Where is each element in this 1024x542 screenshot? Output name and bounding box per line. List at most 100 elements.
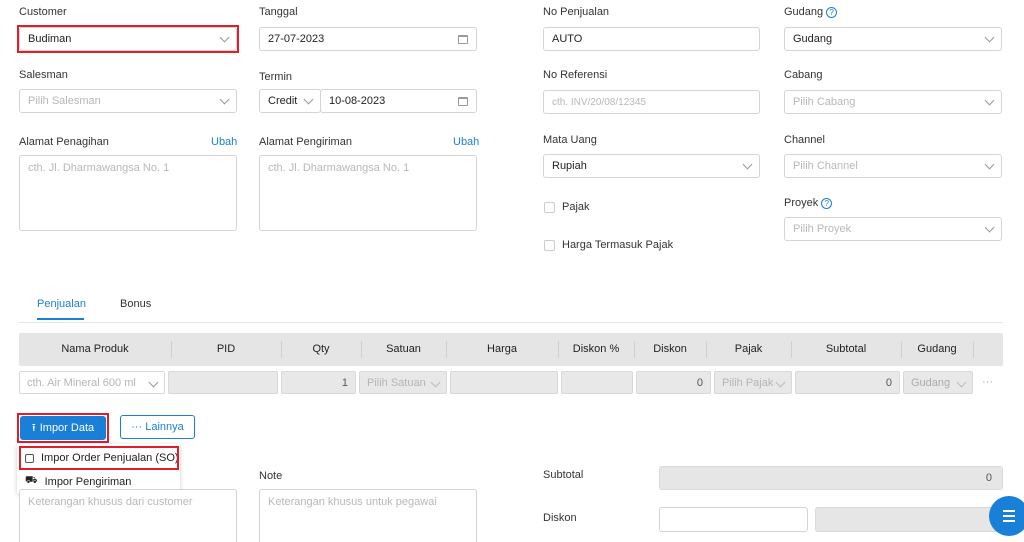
alamat-pengiriman-label: Alamat Pengiriman <box>259 136 352 148</box>
row-subtotal-value: 0 <box>885 376 892 389</box>
no-referensi-input[interactable]: cth. INV/20/08/12345 <box>543 90 760 114</box>
chevron-down-icon <box>430 377 441 387</box>
gudang-label: Gudang? <box>784 6 838 18</box>
salesman-select[interactable]: Pilih Salesman <box>19 89 237 113</box>
harga-termasuk-pajak-checkbox[interactable] <box>544 240 555 251</box>
row-harga-input[interactable] <box>450 371 558 394</box>
alamat-pengiriman-textarea[interactable]: cth. Jl. Dharmawangsa No. 1 <box>259 155 477 231</box>
menu-icon-line <box>1003 515 1015 517</box>
termin-type-select[interactable]: Credit <box>259 89 321 113</box>
alamat-penagihan-label: Alamat Penagihan <box>19 136 109 148</box>
table-header: Nama Produk PID Qty Satuan Harga Diskon … <box>19 333 1003 366</box>
tab-bonus[interactable]: Bonus <box>120 298 151 310</box>
no-penjualan-input[interactable]: AUTO <box>543 27 760 51</box>
row-gudang-value: Gudang <box>911 376 951 389</box>
alamat-pengiriman-placeholder: cth. Jl. Dharmawangsa No. 1 <box>268 162 410 174</box>
gudang-label-text: Gudang <box>784 6 824 18</box>
chevron-down-icon <box>742 159 753 170</box>
column-nama-produk: Nama Produk <box>61 343 129 355</box>
tanggal-input[interactable]: 27-07-2023 <box>259 27 477 51</box>
termin-type-value: Credit <box>268 95 298 107</box>
gudang-select[interactable]: Gudang <box>784 27 1002 51</box>
subtotal-label: Subtotal <box>543 469 584 481</box>
column-satuan: Satuan <box>386 343 421 355</box>
termin-date-value: 10-08-2023 <box>329 95 386 107</box>
harga-termasuk-pajak-label: Harga Termasuk Pajak <box>562 239 674 251</box>
tab-penjualan[interactable]: Penjualan <box>37 298 86 310</box>
row-subtotal-cell: 0 <box>795 371 900 394</box>
mata-uang-select[interactable]: Rupiah <box>543 154 760 178</box>
row-diskon-input[interactable]: 0 <box>636 371 711 394</box>
column-divider <box>973 341 974 358</box>
chat-fab-button[interactable] <box>989 496 1024 536</box>
row-diskon-persen-input[interactable] <box>561 371 633 394</box>
note-placeholder: Keterangan khusus untuk pegawai <box>268 496 437 508</box>
alamat-penagihan-placeholder: cth. Jl. Dharmawangsa No. 1 <box>28 162 170 174</box>
help-icon[interactable]: ? <box>821 197 833 209</box>
chevron-down-icon <box>984 222 995 233</box>
mata-uang-value: Rupiah <box>552 160 587 172</box>
column-pid: PID <box>216 343 236 355</box>
row-produk-select[interactable]: cth. Air Mineral 600 ml <box>19 371 165 394</box>
chevron-down-icon <box>984 95 995 106</box>
row-qty-input[interactable]: 1 <box>281 371 356 394</box>
row-gudang-select[interactable]: Gudang <box>903 371 973 394</box>
channel-select[interactable]: Pilih Channel <box>784 154 1002 178</box>
lainnya-button[interactable]: ··· Lainnya <box>120 415 195 439</box>
cabang-label: Cabang <box>784 69 823 81</box>
customer-label: Customer <box>19 6 67 18</box>
cabang-select[interactable]: Pilih Cabang <box>784 90 1002 114</box>
row-diskon-value: 0 <box>696 376 703 389</box>
highlight-impor-so <box>19 446 179 470</box>
row-more-button[interactable]: ··· <box>982 376 993 388</box>
diskon-value-field <box>815 507 1003 532</box>
channel-placeholder: Pilih Channel <box>793 160 858 172</box>
column-qty: Qty <box>312 343 330 355</box>
subtotal-value: 0 <box>985 472 992 484</box>
customer-note-placeholder: Keterangan khusus dari customer <box>28 496 193 508</box>
row-pajak-select[interactable]: Pilih Pajak <box>714 371 792 394</box>
column-pajak: Pajak <box>734 343 763 355</box>
alamat-penagihan-textarea[interactable]: cth. Jl. Dharmawangsa No. 1 <box>19 155 237 231</box>
diskon-label: Diskon <box>543 512 577 524</box>
row-satuan-select[interactable]: Pilih Satuan <box>359 371 447 394</box>
column-harga: Harga <box>487 343 517 355</box>
salesman-label: Salesman <box>19 69 68 81</box>
no-referensi-label: No Referensi <box>543 69 608 81</box>
proyek-placeholder: Pilih Proyek <box>793 223 852 235</box>
chevron-down-icon <box>775 377 786 387</box>
proyek-label: Proyek? <box>784 197 833 209</box>
alamat-penagihan-ubah-link[interactable]: Ubah <box>211 136 237 148</box>
column-diskon-persen: Diskon % <box>572 343 620 355</box>
diskon-input[interactable] <box>659 507 808 532</box>
pajak-checkbox[interactable] <box>544 202 555 213</box>
chevron-down-icon <box>984 32 995 43</box>
highlight-customer <box>17 25 239 53</box>
customer-note-textarea[interactable]: Keterangan khusus dari customer <box>19 489 237 542</box>
pajak-label: Pajak <box>562 201 590 213</box>
tanggal-value: 27-07-2023 <box>268 33 325 45</box>
note-label: Note <box>259 470 283 482</box>
menu-item-impor-pengiriman[interactable]: ⛟ Impor Pengiriman <box>25 475 131 488</box>
termin-date-input[interactable]: 10-08-2023 <box>320 89 477 113</box>
menu-icon <box>1003 510 1015 512</box>
gudang-value: Gudang <box>793 33 833 45</box>
row-satuan-placeholder: Pilih Satuan <box>367 376 426 389</box>
help-icon[interactable]: ? <box>826 6 838 18</box>
cabang-placeholder: Pilih Cabang <box>793 96 856 108</box>
no-referensi-placeholder: cth. INV/20/08/12345 <box>552 96 646 108</box>
note-textarea[interactable]: Keterangan khusus untuk pegawai <box>259 489 477 542</box>
subtotal-field: 0 <box>659 466 1003 490</box>
row-pid-cell <box>168 371 278 394</box>
row-qty-value: 1 <box>341 376 348 389</box>
row-pajak-placeholder: Pilih Pajak <box>722 376 774 389</box>
tab-divider <box>19 322 1003 323</box>
chevron-down-icon <box>984 159 995 170</box>
alamat-pengiriman-ubah-link[interactable]: Ubah <box>453 136 479 148</box>
menu-item-impor-pengiriman-label: Impor Pengiriman <box>44 475 132 488</box>
termin-label: Termin <box>259 71 293 83</box>
proyek-select[interactable]: Pilih Proyek <box>784 217 1002 241</box>
highlight-impor-data <box>17 413 109 443</box>
menu-icon-line <box>1003 520 1015 522</box>
channel-label: Channel <box>784 134 825 146</box>
